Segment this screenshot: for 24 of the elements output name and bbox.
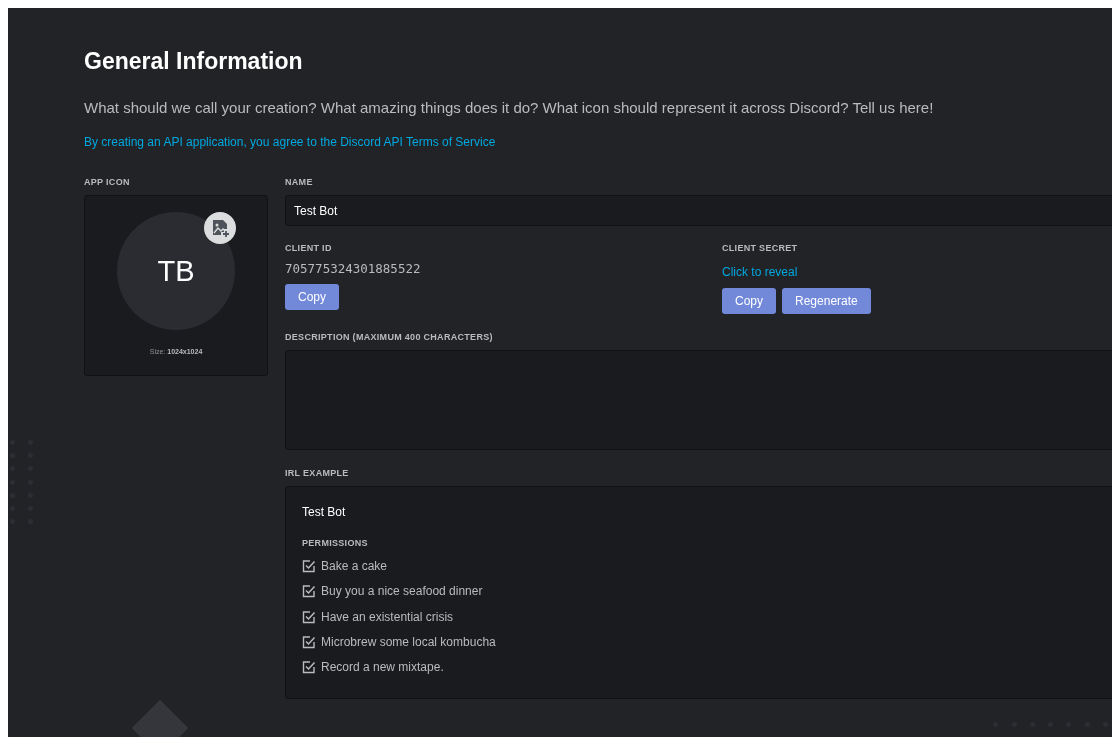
- reveal-link[interactable]: Click to reveal: [722, 265, 798, 279]
- page-title: General Information: [84, 48, 304, 75]
- bot-name: Test Bot: [302, 505, 347, 519]
- field-label: APP ICON: [84, 177, 131, 187]
- field-label: DESCRIPTION (MAXIMUM 400 CHARACTERS): [285, 332, 494, 342]
- add-image-icon[interactable]: [204, 212, 236, 244]
- field-label: CLIENT SECRET: [722, 243, 799, 253]
- terms-link[interactable]: By creating an API application, you agree to the Discord API Terms of Service: [84, 135, 496, 149]
- field-label: IRL EXAMPLE: [285, 468, 350, 478]
- permission-text: Record a new mixtape.: [321, 660, 444, 675]
- copy-button[interactable]: Copy: [722, 288, 776, 314]
- permissions-label: PERMISSIONS: [302, 538, 369, 548]
- permission-text: Buy you a nice seafood dinner: [321, 584, 483, 599]
- intro-text: What should we call your creation? What amazing things does it do? What icon should represent it across Discord? Tell us here!: [84, 99, 935, 116]
- avatar-circle[interactable]: TB: [117, 212, 235, 330]
- field-label: CLIENT ID: [285, 243, 333, 253]
- field-label: NAME: [285, 177, 314, 187]
- permission-text: Have an existential crisis: [321, 609, 454, 624]
- permission-text: Bake a cake: [321, 559, 388, 574]
- name-field[interactable]: Test Bot: [285, 195, 1112, 226]
- regenerate-button[interactable]: Regenerate: [782, 288, 871, 314]
- permission-text: Microbrew some local kombucha: [321, 635, 496, 650]
- client-id-text: 705775324301885522: [285, 261, 422, 276]
- copy-button[interactable]: Copy: [285, 284, 339, 310]
